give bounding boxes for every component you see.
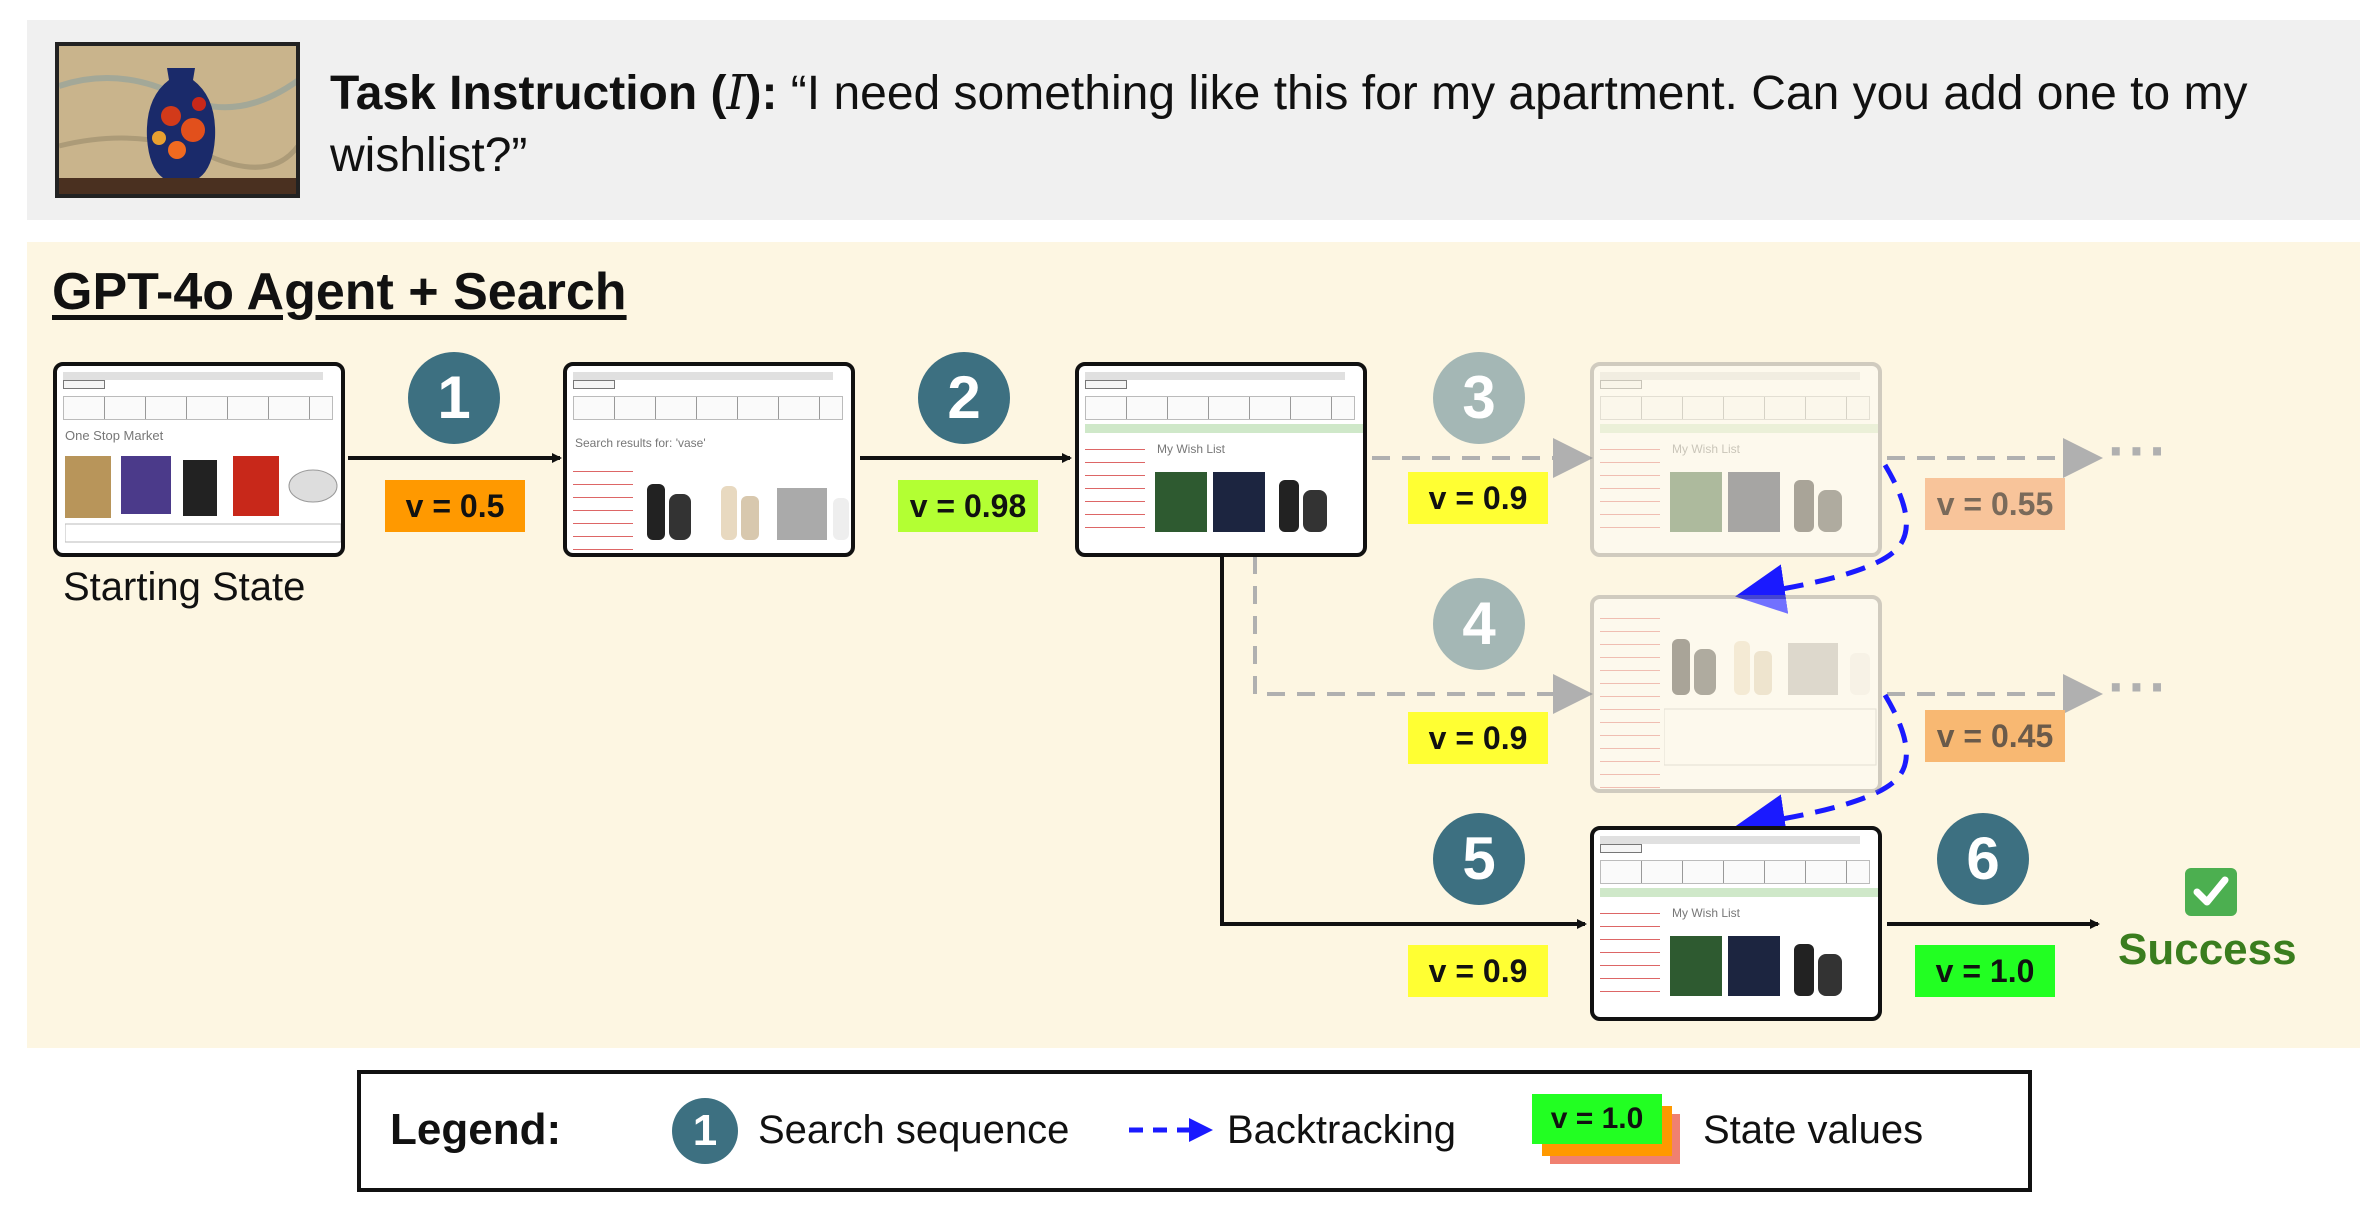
state-5-items	[1670, 936, 1842, 996]
connector-arrows	[348, 438, 2103, 929]
starting-state-caption: Starting State	[63, 565, 306, 609]
value-box-4b: v = 0.45	[1925, 710, 2065, 762]
wishlist-page-title: My Wish List	[1157, 442, 1226, 456]
arrow-to-state-4	[1253, 556, 1593, 714]
product-tiles	[65, 456, 341, 543]
value-box-6: v = 1.0	[1915, 945, 2055, 997]
state-5-page-title: My Wish List	[1672, 906, 1741, 920]
step-2-circle: 2	[918, 352, 1010, 444]
step-1-circle: 1	[408, 352, 500, 444]
step-6-circle: 6	[1937, 813, 2029, 905]
value-box-3: v = 0.9	[1408, 472, 1548, 524]
legend-step-icon: 1	[672, 1098, 738, 1164]
value-box-5: v = 0.9	[1408, 945, 1548, 997]
state-4-screenshot	[1590, 595, 1882, 793]
wishlist-items	[1155, 472, 1327, 532]
step-3-circle: 3	[1433, 352, 1525, 444]
value-box-1: v = 0.5	[385, 480, 525, 532]
starting-state-screenshot: One Stop Market	[53, 362, 345, 557]
step-4-circle: 4	[1433, 578, 1525, 670]
check-mark-glyph	[2193, 876, 2229, 906]
legend-backtracking: Backtracking	[1227, 1108, 1456, 1152]
legend-title: Legend:	[390, 1105, 562, 1154]
value-box-3b: v = 0.55	[1925, 478, 2065, 530]
state-5-screenshot: My Wish List	[1590, 826, 1882, 1021]
wishlist-screenshot: My Wish List	[1075, 362, 1367, 557]
state-3-screenshot: My Wish List	[1590, 362, 1882, 557]
legend-value-example: v = 1.0	[1532, 1094, 1662, 1144]
search-page-title: Search results for: 'vase'	[575, 436, 706, 450]
start-page-title: One Stop Market	[65, 428, 164, 443]
state-3-items	[1670, 472, 1842, 532]
vase-results	[647, 484, 849, 540]
value-box-4: v = 0.9	[1408, 712, 1548, 764]
check-mark-icon	[2185, 868, 2237, 916]
ellipsis-state-4: ···	[2108, 655, 2170, 718]
step-5-circle: 5	[1433, 813, 1525, 905]
legend-search-sequence: Search sequence	[758, 1108, 1070, 1152]
search-results-screenshot: Search results for: 'vase'	[563, 362, 855, 557]
value-box-2: v = 0.98	[898, 480, 1038, 532]
state-4-items	[1664, 639, 1877, 766]
legend-backtrack-arrow-icon	[1129, 1118, 1213, 1142]
state-3-page-title: My Wish List	[1672, 442, 1741, 456]
success-label: Success	[2118, 925, 2297, 974]
legend-state-values: State values	[1703, 1108, 1924, 1152]
ellipsis-state-3: ···	[2108, 419, 2170, 482]
